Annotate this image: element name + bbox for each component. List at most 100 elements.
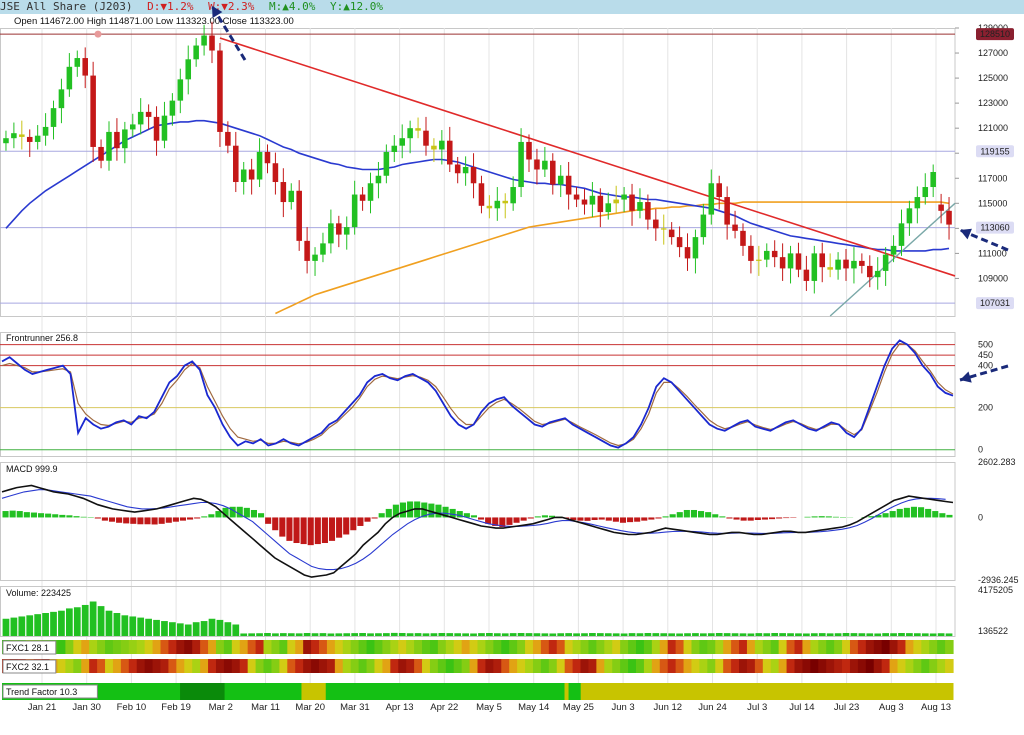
fxc1-cell (271, 640, 280, 654)
volume-bar (866, 633, 874, 636)
fxc2-cell (461, 659, 471, 673)
fxc1-cell (826, 640, 835, 654)
candle-body (446, 140, 453, 165)
fxc1-cell (461, 640, 471, 654)
fxc1-cell (120, 640, 130, 654)
fxc1-cell (905, 640, 914, 654)
candle-body (391, 145, 398, 152)
candle-body (660, 228, 667, 230)
candle-body (692, 237, 699, 259)
fxc2-cell (406, 659, 415, 673)
candle-body (565, 175, 572, 195)
candle-body (106, 131, 112, 161)
macd-histogram-bar (939, 513, 946, 518)
fxc2-cell (319, 659, 328, 673)
macd-histogram-bar (108, 517, 116, 522)
macd-histogram-bar (101, 517, 108, 521)
frontrunner-label: Frontrunner 256.8 (6, 333, 78, 343)
x-tick-label: Jul 23 (834, 702, 859, 713)
macd-histogram-bar (265, 517, 272, 524)
fxc2-cell (105, 659, 114, 673)
candle-body (890, 245, 897, 255)
macd-histogram-bar (612, 517, 619, 522)
macd-histogram-bar (399, 502, 407, 518)
macd-histogram-bar (23, 512, 30, 518)
candle-body (700, 214, 707, 238)
fxc1-cell (255, 640, 265, 654)
volume-bar (882, 633, 889, 636)
volume-bar (216, 619, 224, 636)
volume-bar (10, 617, 18, 636)
fxc2-cell (477, 659, 487, 673)
fxc2-cell (873, 659, 883, 673)
macd-histogram-bar (619, 517, 627, 523)
fxc2-cell (485, 659, 494, 673)
fxc2-cell (786, 659, 796, 673)
fxc1-cell (469, 640, 479, 654)
macd-histogram-bar (513, 517, 520, 523)
fxc1-cell (937, 640, 946, 654)
ma-long-line (275, 201, 950, 315)
fxc2-cell (580, 659, 590, 673)
candle-body (336, 223, 342, 235)
fxc1-cell (223, 640, 233, 654)
candle-body (431, 145, 437, 150)
volume-bar (303, 633, 311, 636)
fxc1-cell (287, 640, 296, 654)
macd-histogram-bar (669, 514, 676, 518)
fxc1-cell (382, 640, 391, 654)
volume-bar (612, 633, 620, 636)
fxc2-cell (628, 659, 637, 673)
candle-body (835, 259, 841, 270)
fxc2-cell (913, 659, 922, 673)
macd-histogram-bar (364, 517, 371, 522)
macd-histogram-bar (726, 517, 733, 519)
fxc2-cell (596, 659, 605, 673)
volume-bar (700, 633, 707, 636)
candle-body (304, 240, 310, 261)
fxc2-cell (398, 659, 407, 673)
volume-bar (929, 633, 937, 636)
candle-body (779, 257, 786, 269)
candle-body (938, 204, 944, 211)
candle-body (819, 253, 826, 268)
candle-body (82, 58, 88, 76)
fxc1-cell (192, 640, 201, 654)
fxc2-cell (643, 659, 653, 673)
volume-bar (335, 633, 343, 636)
price-level-label: 128510 (980, 29, 1010, 39)
candle-body (637, 202, 643, 211)
fxc2-cell (263, 659, 273, 673)
macd-signal-line (1, 489, 946, 571)
volume-bar (42, 613, 49, 636)
macd-histogram-bar (357, 517, 364, 526)
candle-body (676, 237, 683, 248)
fxc1-cell (208, 640, 217, 654)
fxc1-cell (699, 640, 708, 654)
macd-histogram-bar (754, 517, 761, 520)
fxc1-cell (707, 640, 716, 654)
macd-histogram-bar (747, 517, 754, 521)
fxc2-cell (160, 659, 170, 673)
macd-y-tick-label: -2936.245 (978, 575, 1019, 585)
fxc2-cell (739, 659, 748, 673)
macd-histogram-bar (165, 517, 172, 523)
x-tick-label: Jul 3 (747, 702, 767, 713)
ma-short-line (5, 119, 950, 252)
macd-histogram-bar (605, 517, 612, 521)
candle-body (708, 183, 715, 215)
volume-bar (73, 607, 81, 636)
fxc2-cell (564, 659, 574, 673)
macd-histogram-bar (761, 517, 768, 520)
macd-histogram-bar (882, 513, 889, 518)
volume-bar (858, 633, 866, 636)
macd-histogram-bar (257, 513, 265, 518)
macd-histogram-bar (641, 517, 648, 521)
fxc1-cell (810, 640, 819, 654)
fxc1-cell (422, 640, 431, 654)
macd-histogram-bar (676, 512, 683, 518)
fxc2-cell (620, 659, 629, 673)
macd-histogram-bar (698, 511, 705, 518)
fxc1-cell (311, 640, 320, 654)
candle-body (439, 140, 445, 150)
